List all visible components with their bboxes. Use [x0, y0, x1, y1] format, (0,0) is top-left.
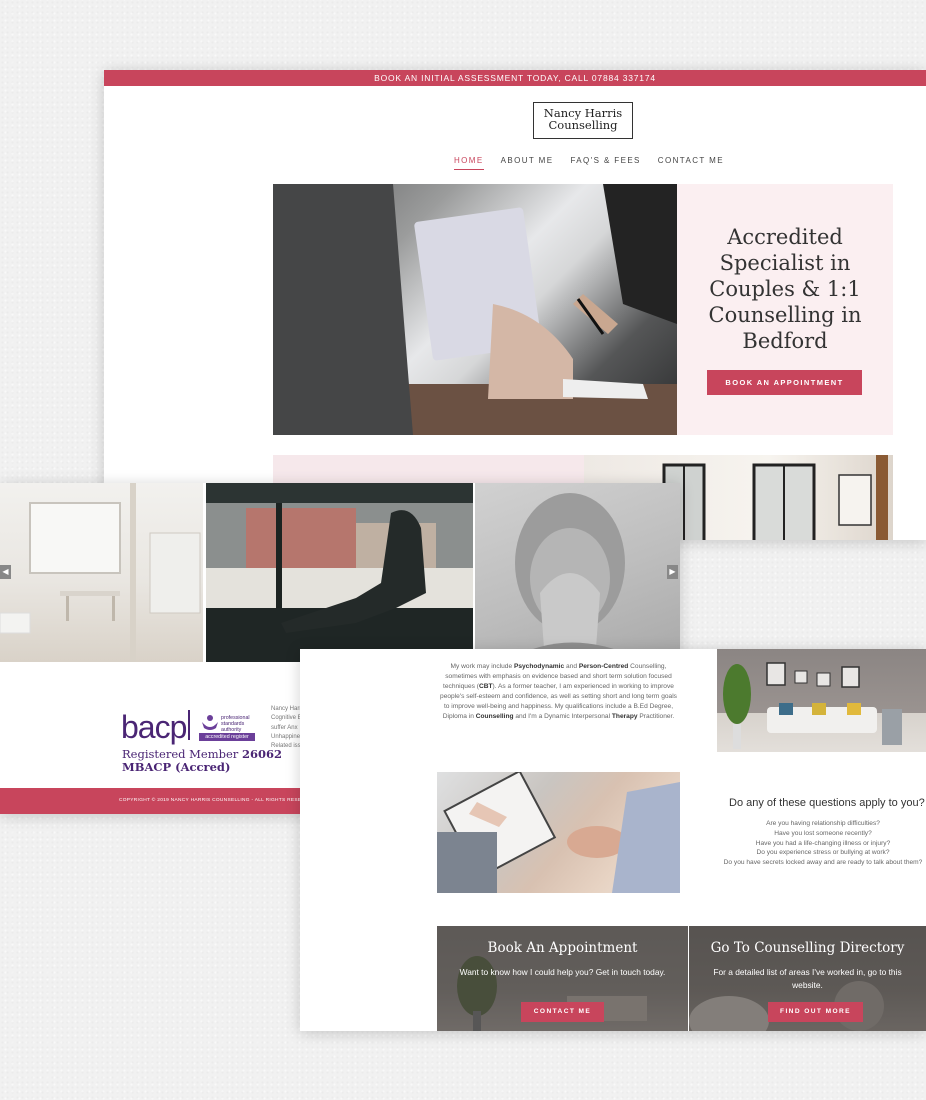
nav-contact-me[interactable]: CONTACT ME	[658, 156, 724, 170]
nav-faqs-fees[interactable]: FAQ'S & FEES	[570, 156, 640, 170]
distressed-woman-illustration	[505, 493, 645, 662]
find-out-more-button[interactable]: FIND OUT MORE	[768, 1002, 863, 1022]
copyright-text: COPYRIGHT © 2019 NANCY HARRIS COUNSELLIN…	[119, 798, 318, 803]
logo-line-2: Counselling	[548, 118, 618, 132]
about-text: Practitioner.	[637, 712, 675, 720]
book-appointment-cta: Book An Appointment Want to know how I c…	[437, 926, 688, 1031]
about-text: and I'm a Dynamic Interpersonal	[513, 712, 612, 720]
bacp-wordmark: bacp	[121, 709, 187, 745]
question-item: Do you experience stress or bullying at …	[756, 849, 890, 857]
gallery-photo-white-kitchen	[0, 483, 203, 662]
about-bold-counselling: Counselling	[475, 712, 514, 720]
hero-photo-illustration	[273, 184, 677, 435]
chevron-left-icon[interactable]: ◀	[0, 565, 11, 579]
about-bold-cbt: CBT	[478, 682, 493, 690]
questions-list: Are you having relationship difficulties…	[703, 819, 926, 868]
clipboard-session-illustration	[437, 772, 680, 893]
cta-text: For a detailed list of areas I've worked…	[713, 967, 902, 990]
hero-title: Accredited Specialist in Couples & 1:1 C…	[708, 225, 862, 353]
main-nav: HOME ABOUT ME FAQ'S & FEES CONTACT ME	[454, 156, 724, 170]
living-room-illustration	[723, 662, 902, 749]
gallery-photo-distressed-woman	[475, 483, 680, 662]
accredited-register-badge: accredited register	[199, 733, 255, 741]
hero-photo-counselling-session	[273, 184, 677, 435]
counselling-directory-cta: Go To Counselling Directory For a detail…	[689, 926, 926, 1031]
question-item: Are you having relationship difficulties…	[766, 820, 880, 827]
contact-me-button[interactable]: CONTACT ME	[521, 1002, 604, 1022]
psa-label: professional standards authority	[221, 715, 250, 733]
registered-member-label: Registered Member	[122, 747, 239, 761]
about-text: My work may include	[450, 663, 514, 670]
about-work-paragraph: My work may include Psychodynamic and Pe…	[438, 662, 679, 721]
services-page-screenshot: My work may include Psychodynamic and Pe…	[300, 649, 926, 1031]
about-bold-therapy: Therapy	[611, 712, 638, 720]
assessment-banner[interactable]: BOOK AN INITIAL ASSESSMENT TODAY, CALL 0…	[104, 70, 926, 86]
nav-about-me[interactable]: ABOUT ME	[501, 156, 554, 170]
mbacp-accred: MBACP (Accred)	[122, 760, 231, 774]
nav-home[interactable]: HOME	[454, 156, 484, 170]
registered-member: Registered Member 26062	[122, 747, 282, 761]
question-item: Have you had a life-changing illness or …	[755, 839, 891, 847]
cta-title: Book An Appointment	[487, 940, 638, 956]
chevron-right-icon[interactable]: ▶	[667, 565, 678, 579]
homepage-screenshot: BOOK AN INITIAL ASSESSMENT TODAY, CALL 0…	[104, 70, 926, 540]
white-kitchen-illustration	[0, 483, 201, 662]
bacp-divider	[188, 710, 190, 740]
cta-text: Want to know how I could help you? Get i…	[459, 967, 666, 977]
woman-window-illustration	[206, 503, 473, 662]
cta-title: Go To Counselling Directory	[710, 940, 905, 956]
book-appointment-button[interactable]: BOOK AN APPOINTMENT	[707, 370, 862, 395]
gallery-photo-woman-by-window	[206, 483, 473, 662]
question-item: Do you have secrets locked away and are …	[723, 859, 923, 867]
living-room-photo	[717, 649, 926, 752]
site-logo[interactable]: Nancy Harris Counselling	[533, 102, 633, 139]
question-item: Have you lost someone recently?	[774, 829, 872, 837]
questions-heading: Do any of these questions apply to you?	[729, 797, 925, 809]
hero-text-panel: Accredited Specialist in Couples & 1:1 C…	[677, 184, 893, 435]
about-bold-person-centred: Person-Centred	[578, 663, 629, 670]
psa-person-icon	[202, 715, 218, 730]
about-bold-psychodynamic: Psychodynamic	[513, 663, 565, 670]
about-text: and	[564, 663, 579, 670]
clipboard-session-photo	[437, 772, 680, 893]
